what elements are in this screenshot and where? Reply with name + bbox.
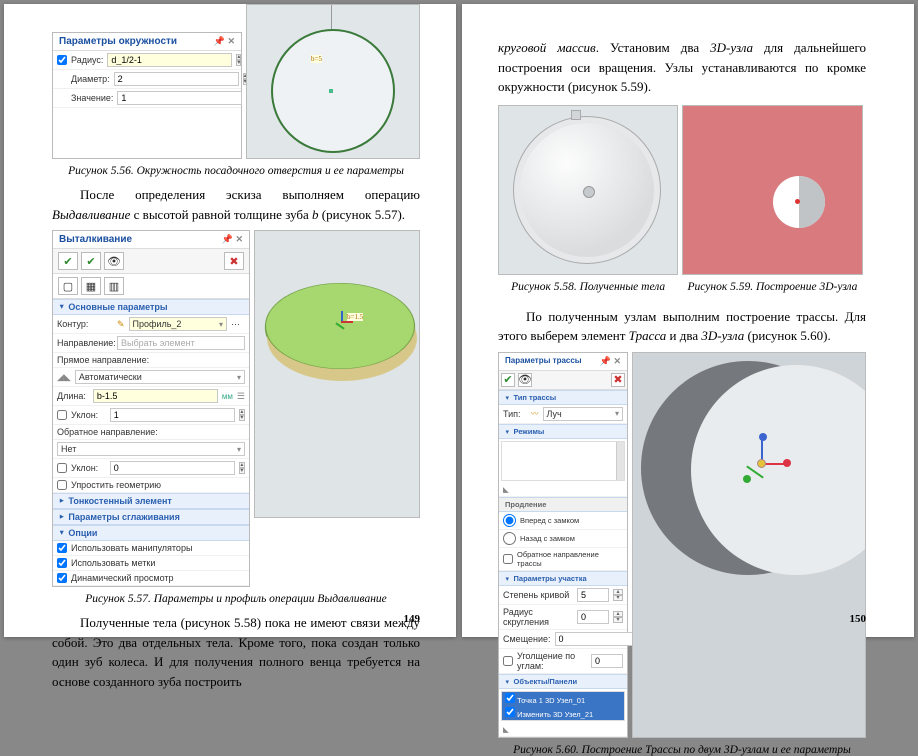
value-input[interactable] bbox=[117, 91, 242, 105]
fig559 bbox=[682, 105, 862, 275]
route-area[interactable] bbox=[501, 441, 625, 481]
angle2-check[interactable] bbox=[57, 463, 67, 473]
value-label: Значение: bbox=[71, 93, 113, 103]
fig-560-row: Параметры трассы📌 ✕ ✔ 👁 ✖ ▾Тип трассы Ти… bbox=[498, 352, 866, 738]
para-mid-150: По полученным узлам выполним построение … bbox=[498, 307, 866, 346]
fig557-viewport: b=1.5 bbox=[254, 230, 420, 518]
para-top-150: круговой массив. Установим два 3D-узла д… bbox=[498, 38, 866, 97]
contour-clear[interactable]: … bbox=[231, 317, 245, 331]
cancel-button[interactable]: ✖ bbox=[224, 252, 244, 270]
opt1[interactable] bbox=[57, 543, 67, 553]
mode2[interactable]: ▦ bbox=[81, 277, 101, 295]
extrude-panel: Выталкивание 📌 ✕ ✔ ✔ 👁 ✖ ▢ ▦ ▥ ▾Основные… bbox=[52, 230, 250, 587]
para-after-556: После определения эскиза выполняем опера… bbox=[52, 185, 420, 224]
length-input[interactable] bbox=[93, 389, 218, 403]
cancel[interactable]: ✖ bbox=[611, 373, 625, 387]
cap-558: Рисунок 5.58. Полученные тела bbox=[498, 281, 678, 293]
angle1-label: Уклон: bbox=[71, 410, 106, 420]
ok[interactable]: ✔ bbox=[501, 373, 515, 387]
direction-input[interactable] bbox=[117, 336, 245, 350]
cap-556: Рисунок 5.56. Окружность посадочного отв… bbox=[52, 165, 420, 177]
radius-check[interactable] bbox=[57, 55, 67, 65]
gizmo-icon: b=1.5 bbox=[331, 311, 355, 335]
page-150: круговой массив. Установим два 3D-узла д… bbox=[462, 4, 914, 637]
page-num-right: 150 bbox=[850, 613, 867, 625]
radius-input[interactable] bbox=[107, 53, 232, 67]
sec-main[interactable]: ▾Основные параметры bbox=[53, 299, 249, 315]
sec-smooth[interactable]: ▸Параметры сглаживания bbox=[53, 509, 249, 525]
panel-title-text: Параметры окружности bbox=[59, 36, 177, 47]
diameter-input[interactable] bbox=[114, 72, 239, 86]
pin-icon[interactable]: 📌 ✕ bbox=[214, 36, 235, 47]
diameter-label: Диаметр: bbox=[71, 74, 110, 84]
angle2-label: Уклон: bbox=[71, 463, 106, 473]
contour-select[interactable]: Профиль_2 bbox=[129, 317, 227, 331]
length-label: Длина: bbox=[57, 391, 89, 401]
mode1[interactable]: ▢ bbox=[58, 277, 78, 295]
fig-556-row: Параметры окружности 📌 ✕ Радиус: ▴▾ Диам… bbox=[52, 32, 420, 159]
cap-557: Рисунок 5.57. Параметры и профиль операц… bbox=[52, 593, 420, 605]
direction-label: Направление: bbox=[57, 338, 113, 348]
sec-thin[interactable]: ▸Тонкостенный элемент bbox=[53, 493, 249, 509]
radius-label: Радиус: bbox=[71, 55, 103, 65]
rev-label: Обратное направление: bbox=[57, 427, 158, 437]
cap-559: Рисунок 5.59. Построение 3D-узла bbox=[682, 281, 862, 293]
pin-icon[interactable]: 📌 ✕ bbox=[222, 234, 243, 245]
fig558 bbox=[498, 105, 678, 275]
contour-label: Контур: bbox=[57, 319, 113, 329]
fig-557-row: Выталкивание 📌 ✕ ✔ ✔ 👁 ✖ ▢ ▦ ▥ ▾Основные… bbox=[52, 230, 420, 587]
view[interactable]: 👁 bbox=[518, 373, 532, 387]
extrude-title: Выталкивание 📌 ✕ bbox=[53, 231, 249, 249]
ok2-button[interactable]: ✔ bbox=[81, 252, 101, 270]
mode3[interactable]: ▥ bbox=[104, 277, 124, 295]
para-after-557: Полученные тела (рисунок 5.58) пока не и… bbox=[52, 613, 420, 691]
page-149: Параметры окружности 📌 ✕ Радиус: ▴▾ Диам… bbox=[4, 4, 456, 637]
ok-button[interactable]: ✔ bbox=[58, 252, 78, 270]
angle2-input[interactable] bbox=[110, 461, 235, 475]
angle1-check[interactable] bbox=[57, 410, 67, 420]
sec-options[interactable]: ▾Опции bbox=[53, 525, 249, 541]
obj1[interactable]: Точка 1 3D Узел_01 bbox=[502, 692, 624, 706]
fig-58-59-row bbox=[498, 105, 866, 275]
circle-params-panel: Параметры окружности 📌 ✕ Радиус: ▴▾ Диам… bbox=[52, 32, 242, 159]
panel-title: Параметры окружности 📌 ✕ bbox=[53, 33, 241, 51]
page-num-left: 149 bbox=[404, 613, 421, 625]
cap-560: Рисунок 5.60. Построение Трассы по двум … bbox=[498, 744, 866, 756]
opt2[interactable] bbox=[57, 558, 67, 568]
dim-label: b=5 bbox=[311, 55, 322, 63]
type-select[interactable]: Луч bbox=[543, 407, 624, 421]
simplify-check[interactable] bbox=[57, 480, 67, 490]
obj2[interactable]: Изменить 3D Узел_21 bbox=[502, 706, 624, 720]
opt3[interactable] bbox=[57, 573, 67, 583]
fwd-mode[interactable]: Автоматически bbox=[75, 370, 245, 384]
angle1-input[interactable] bbox=[110, 408, 235, 422]
btnbar: ✔ ✔ 👁 ✖ bbox=[53, 249, 249, 274]
fwd-label: Прямое направление: bbox=[57, 355, 149, 365]
rev-mode[interactable]: Нет bbox=[57, 442, 245, 456]
route-panel: Параметры трассы📌 ✕ ✔ 👁 ✖ ▾Тип трассы Ти… bbox=[498, 352, 628, 738]
fig556-viewport: b=5 bbox=[246, 4, 420, 159]
radius-spin[interactable]: ▴▾ bbox=[236, 54, 241, 66]
preview-button[interactable]: 👁 bbox=[104, 252, 124, 270]
fig560-viewport bbox=[632, 352, 866, 738]
